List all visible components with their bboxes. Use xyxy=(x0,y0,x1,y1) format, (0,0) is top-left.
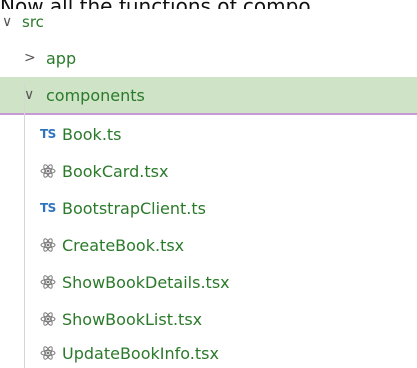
react-icon xyxy=(40,274,62,290)
file-label: BootstrapClient.ts xyxy=(62,198,206,218)
tree-item-label: app xyxy=(46,48,77,68)
file-label: BookCard.tsx xyxy=(62,161,169,181)
tree-item-file[interactable]: UpdateBookInfo.tsx xyxy=(0,334,417,368)
tree-item-file[interactable]: TS BootstrapClient.ts xyxy=(0,189,417,227)
file-explorer-tree: ∨ src > app ∨ components TS Book.ts Book… xyxy=(0,9,417,368)
typescript-icon: TS xyxy=(40,201,56,215)
tree-item-file[interactable]: ShowBookDetails.tsx xyxy=(0,263,417,301)
chevron-down-icon[interactable]: ∨ xyxy=(24,87,46,103)
react-icon xyxy=(40,345,62,361)
file-label: UpdateBookInfo.tsx xyxy=(62,343,219,363)
chevron-right-icon[interactable]: > xyxy=(24,50,46,66)
file-label: ShowBookList.tsx xyxy=(62,309,203,329)
file-label: Book.ts xyxy=(62,124,122,144)
tree-item-app[interactable]: > app xyxy=(0,39,417,77)
tree-item-file[interactable]: BookCard.tsx xyxy=(0,152,417,190)
tree-item-components[interactable]: ∨ components xyxy=(0,77,417,115)
typescript-icon: TS xyxy=(40,127,56,141)
chevron-down-icon[interactable]: ∨ xyxy=(0,14,22,30)
file-label: CreateBook.tsx xyxy=(62,235,185,255)
react-icon xyxy=(40,311,62,327)
tree-item-file[interactable]: TS Book.ts xyxy=(0,115,417,153)
react-icon xyxy=(40,163,62,179)
file-label: ShowBookDetails.tsx xyxy=(62,272,230,292)
tree-item-label: components xyxy=(46,85,145,105)
tree-item-file[interactable]: ShowBookList.tsx xyxy=(0,300,417,338)
tree-item-file[interactable]: CreateBook.tsx xyxy=(0,226,417,264)
react-icon xyxy=(40,237,62,253)
tree-item-src[interactable]: ∨ src xyxy=(0,7,417,37)
tree-item-label: src xyxy=(22,13,44,31)
